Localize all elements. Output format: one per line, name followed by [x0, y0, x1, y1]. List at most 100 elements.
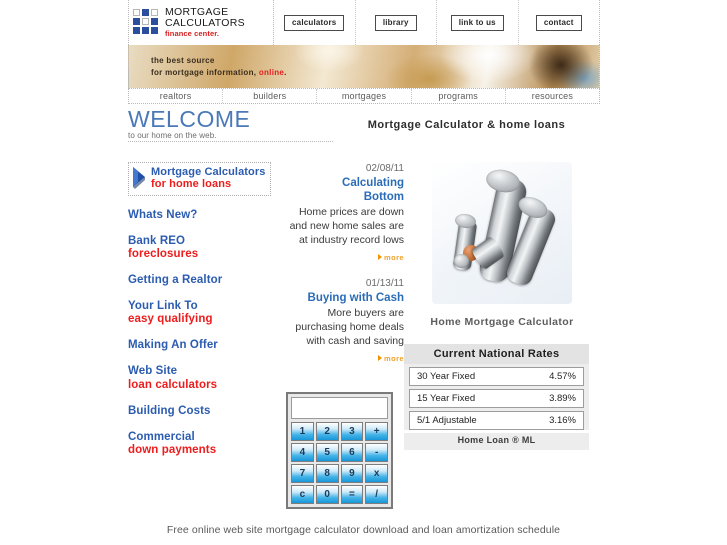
rates-table-footer: Home Loan ® ML [404, 433, 589, 450]
page-root: MORTGAGE CALCULATORS finance center. cal… [0, 0, 727, 545]
subnav-item-builders[interactable]: builders [223, 89, 318, 103]
rate-term: 15 Year Fixed [417, 393, 476, 404]
arrow-right-small-icon [378, 355, 383, 361]
subnav-item-mortgages[interactable]: mortgages [317, 89, 412, 103]
hero-banner: the best source for mortgage information… [128, 45, 600, 88]
welcome-subtitle: to our home on the web. [128, 131, 217, 140]
calc-key-clear[interactable]: c [291, 485, 314, 504]
promo-column: Home Mortgage Calculator Current Nationa… [404, 162, 600, 509]
news-article: 01/13/11 Buying with Cash More buyers ar… [286, 277, 404, 366]
article-title-line-1: Buying with Cash [307, 292, 404, 304]
logo-tagline: finance center. [165, 28, 220, 38]
rate-term: 5/1 Adjustable [417, 415, 477, 426]
calculator-keypad: 1 2 3 + 4 5 6 - 7 8 9 x c 0 = / [291, 422, 388, 504]
calc-key-4[interactable]: 4 [291, 443, 314, 462]
calc-key-divide[interactable]: / [365, 485, 388, 504]
subnav-item-realtors[interactable]: realtors [129, 89, 224, 103]
coin-stacks-image [432, 162, 572, 304]
sidebar-header-line-2: for home loans [151, 178, 232, 191]
calc-key-multiply[interactable]: x [365, 464, 388, 483]
sidebar-item-getting-a-realtor[interactable]: Getting a Realtor [128, 274, 286, 287]
table-row: 30 Year Fixed 4.57% [409, 367, 584, 386]
calc-key-6[interactable]: 6 [340, 443, 364, 462]
page-footer: Free online web site mortgage calculator… [166, 524, 561, 536]
sidebar-header-mortgage-calculators[interactable]: Mortgage Calculators for home loans [128, 162, 271, 196]
nav-button-calculators[interactable]: calculators [284, 14, 345, 31]
table-row: 5/1 Adjustable 3.16% [409, 411, 584, 430]
sidebar-item-whats-new[interactable]: Whats New? [128, 209, 286, 222]
sidebar-item-label: Building Costs [128, 404, 211, 417]
calc-key-plus[interactable]: + [365, 422, 388, 441]
nav-button-link-to-us[interactable]: link to us [450, 14, 504, 31]
sidebar-item-label: Getting a Realtor [128, 273, 223, 286]
table-row: 15 Year Fixed 3.89% [409, 389, 584, 408]
banner-line-2-prefix: for mortgage information, [151, 67, 259, 77]
site-logo[interactable]: MORTGAGE CALCULATORS finance center. [129, 0, 274, 45]
nav-slot-library: library [356, 0, 437, 45]
top-navigation: calculators library link to us contact [274, 0, 599, 45]
sidebar-item-sublabel: easy qualifying [128, 313, 213, 326]
page-title: Mortgage Calculator & home loans [367, 119, 566, 131]
more-label: more [384, 353, 404, 363]
promo-caption: Home Mortgage Calculator [430, 316, 574, 328]
calc-key-5[interactable]: 5 [315, 443, 339, 462]
article-date: 01/13/11 [365, 278, 404, 289]
nav-slot-calculators: calculators [274, 0, 356, 45]
sidebar-item-your-link-to[interactable]: Your Link To easy qualifying [128, 300, 286, 326]
news-article: 02/08/11 Calculating Bottom Home prices … [286, 162, 404, 265]
sidebar-item-bank-reo[interactable]: Bank REO foreclosures [128, 235, 286, 261]
subnav-item-programs[interactable]: programs [412, 89, 506, 103]
calc-key-1[interactable]: 1 [291, 422, 314, 441]
rate-value: 4.57% [549, 371, 576, 382]
banner-text: the best source for mortgage information… [151, 55, 287, 78]
calculator-display[interactable] [291, 397, 388, 419]
article-more-link[interactable]: more [378, 253, 404, 262]
rate-term: 30 Year Fixed [417, 371, 476, 382]
rates-table-body: 30 Year Fixed 4.57% 15 Year Fixed 3.89% … [404, 364, 589, 430]
article-title-line-1: Calculating [342, 177, 404, 189]
welcome-section: WELCOME to our home on the web. Mortgage… [128, 108, 600, 146]
calc-key-8[interactable]: 8 [315, 464, 339, 483]
banner-line-2: for mortgage information, online. [151, 67, 287, 79]
article-title[interactable]: Buying with Cash [286, 291, 404, 305]
rate-value: 3.89% [549, 393, 576, 404]
sidebar-item-commercial[interactable]: Commercial down payments [128, 431, 286, 457]
sidebar-header-line-1: Mortgage Calculators [151, 166, 266, 178]
calc-key-2[interactable]: 2 [315, 422, 339, 441]
sidebar-item-label: Your Link To [128, 300, 198, 313]
sidebar-item-web-site[interactable]: Web Site loan calculators [128, 365, 286, 391]
welcome-title: WELCOME [128, 106, 251, 132]
sidebar-item-label: Bank REO [128, 234, 186, 247]
site-header: MORTGAGE CALCULATORS finance center. cal… [128, 0, 600, 45]
rates-table: Current National Rates 30 Year Fixed 4.5… [404, 344, 589, 450]
nav-slot-link-to-us: link to us [437, 0, 519, 45]
calculator-widget: 1 2 3 + 4 5 6 - 7 8 9 x c 0 = / [286, 392, 393, 509]
news-column: 02/08/11 Calculating Bottom Home prices … [286, 162, 404, 509]
calc-key-equals[interactable]: = [340, 485, 364, 504]
calc-key-9[interactable]: 9 [340, 464, 364, 483]
banner-line-2-highlight: online [258, 67, 285, 77]
nav-button-contact[interactable]: contact [535, 14, 582, 31]
sidebar-item-sublabel: foreclosures [128, 247, 199, 260]
article-more-link[interactable]: more [378, 354, 404, 363]
banner-line-2-suffix: . [284, 67, 287, 77]
content-wrapper: MORTGAGE CALCULATORS finance center. cal… [128, 0, 600, 509]
article-date: 02/08/11 [365, 163, 404, 174]
article-body: Home prices are down and new home sales … [289, 206, 404, 246]
rates-table-title: Current National Rates [404, 344, 589, 364]
main-columns: Mortgage Calculators for home loans What… [128, 162, 600, 509]
sidebar-item-label: Whats New? [128, 208, 198, 221]
calc-key-7[interactable]: 7 [291, 464, 314, 483]
sidebar-item-label: Web Site [128, 365, 178, 378]
banner-line-1: the best source [151, 56, 215, 65]
subnav-item-resources[interactable]: resources [506, 89, 599, 103]
nav-button-library[interactable]: library [374, 14, 417, 31]
sidebar-item-label: Commercial [128, 430, 195, 443]
sidebar-item-building-costs[interactable]: Building Costs [128, 405, 286, 418]
article-title[interactable]: Calculating Bottom [286, 176, 404, 204]
welcome-block: WELCOME to our home on the web. [128, 108, 333, 142]
calc-key-minus[interactable]: - [365, 443, 388, 462]
sidebar-item-making-an-offer[interactable]: Making An Offer [128, 339, 286, 352]
calc-key-3[interactable]: 3 [340, 422, 364, 441]
calc-key-0[interactable]: 0 [315, 485, 339, 504]
